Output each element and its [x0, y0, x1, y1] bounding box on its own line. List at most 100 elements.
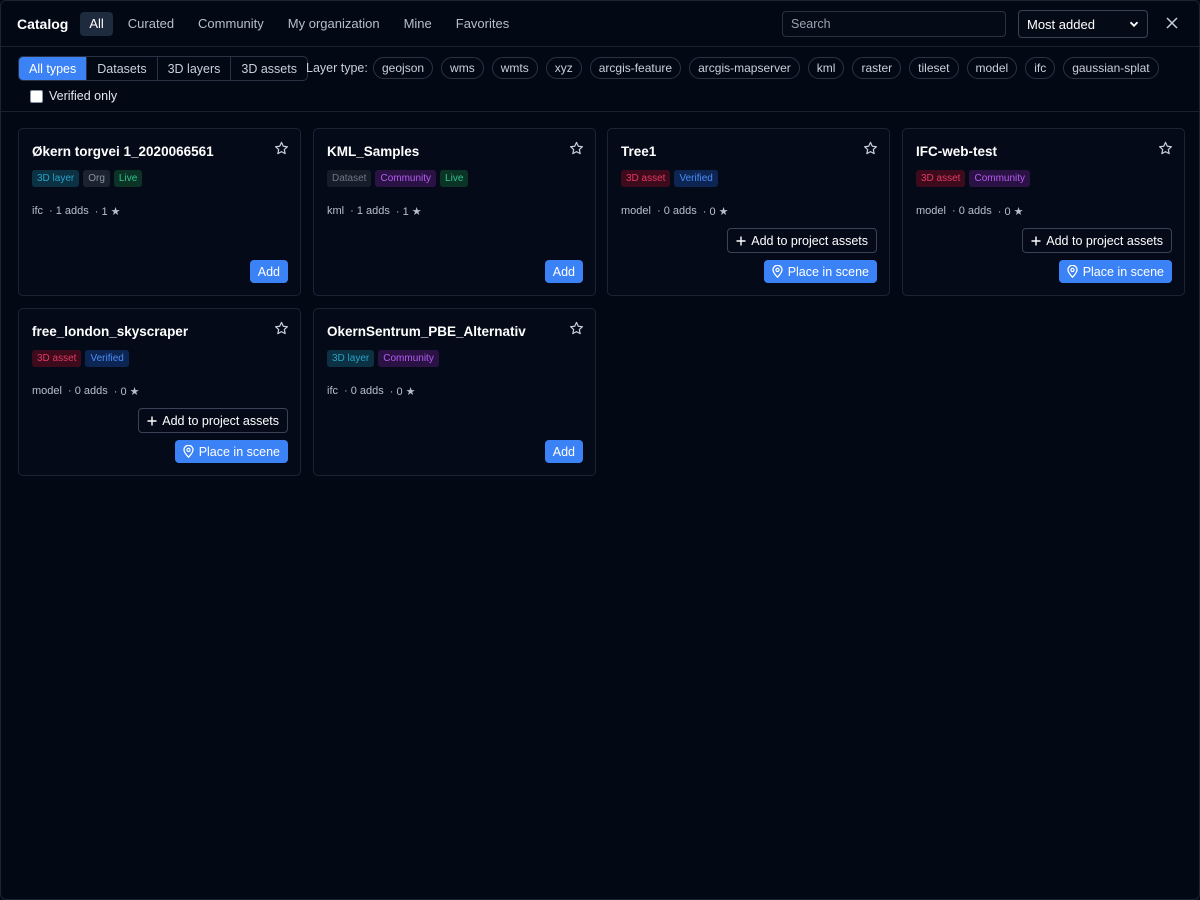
catalog-card: Tree1 3D asset Verified model · 0 adds ·… — [607, 128, 890, 296]
badge-community: Community — [378, 350, 439, 367]
card-badges: Dataset Community Live — [327, 170, 472, 187]
close-button[interactable] — [1161, 13, 1183, 35]
card-adds: · 0 adds — [951, 205, 992, 217]
place-in-scene-label: Place in scene — [198, 444, 280, 459]
map-pin-icon — [1067, 265, 1078, 278]
search-input[interactable] — [782, 11, 1006, 37]
card-format: ifc — [327, 385, 338, 397]
badge-3d-layer: 3D layer — [327, 350, 375, 367]
badge-dataset: Dataset — [327, 170, 372, 187]
catalog-window: Catalog All Curated Community My organiz… — [0, 0, 1200, 900]
verified-only-checkbox[interactable] — [30, 89, 43, 103]
card-adds: · 1 adds — [350, 205, 390, 217]
card-meta: kml · 1 adds · 1 ★ — [327, 205, 428, 218]
star-icon[interactable] — [274, 141, 289, 156]
star-icon[interactable] — [863, 141, 878, 156]
card-meta: ifc · 1 adds · 1 ★ — [32, 205, 127, 218]
star-icon[interactable] — [569, 141, 584, 156]
badge-org: Org — [83, 170, 110, 187]
map-pin-icon — [772, 265, 783, 278]
card-badges: 3D asset Verified — [621, 170, 722, 187]
badge-live: Live — [440, 170, 469, 187]
card-title: OkernSentrum_PBE_Alternativ — [327, 324, 526, 339]
badge-3d-asset: 3D asset — [916, 170, 966, 187]
verified-only-toggle[interactable]: Verified only — [30, 89, 117, 103]
chip-arcgis-mapserver[interactable]: arcgis-mapserver — [689, 57, 800, 79]
tab-curated[interactable]: Curated — [119, 12, 183, 36]
add-to-project-assets-label: Add to project assets — [1046, 233, 1163, 248]
card-stars: · 0 ★ — [113, 386, 140, 398]
card-badges: 3D layer Org Live — [32, 170, 146, 187]
catalog-card: Økern torgvei 1_2020066561 3D layer Org … — [18, 128, 301, 296]
sort-value: Most added — [1027, 16, 1095, 32]
map-pin-icon — [183, 445, 194, 458]
chip-tileset[interactable]: tileset — [909, 57, 959, 79]
add-to-project-assets-button[interactable]: Add to project assets — [727, 228, 877, 253]
chip-wms[interactable]: wms — [441, 57, 484, 79]
card-meta: model · 0 adds · 0 ★ — [621, 205, 734, 218]
tab-mine[interactable]: Mine — [395, 12, 441, 36]
type-all[interactable]: All types — [19, 57, 88, 80]
tab-my-organization[interactable]: My organization — [279, 12, 389, 36]
card-adds: · 0 adds — [344, 385, 384, 397]
plus-icon — [1031, 236, 1041, 246]
star-icon[interactable] — [1158, 141, 1173, 156]
filter-bar: All types Datasets 3D layers 3D assets L… — [1, 48, 1199, 112]
place-in-scene-button[interactable]: Place in scene — [174, 440, 288, 463]
card-adds: · 0 adds — [67, 385, 108, 397]
badge-live: Live — [113, 170, 143, 187]
type-3d-layers[interactable]: 3D layers — [158, 57, 232, 80]
star-icon[interactable] — [274, 321, 289, 336]
tab-all[interactable]: All — [80, 11, 113, 36]
close-icon — [1166, 16, 1178, 32]
chip-wmts[interactable]: wmts — [491, 57, 538, 79]
add-button[interactable]: Add — [544, 440, 583, 463]
place-in-scene-label: Place in scene — [787, 264, 869, 279]
type-datasets[interactable]: Datasets — [87, 57, 158, 80]
plus-icon — [736, 236, 746, 246]
place-in-scene-label: Place in scene — [1082, 264, 1164, 279]
chip-ifc[interactable]: ifc — [1025, 57, 1056, 79]
card-title: Tree1 — [621, 144, 657, 159]
plus-icon — [147, 416, 157, 426]
star-icon[interactable] — [569, 321, 584, 336]
card-title: free_london_skyscraper — [32, 324, 189, 339]
tab-community[interactable]: Community — [189, 12, 273, 36]
add-to-project-assets-button[interactable]: Add to project assets — [138, 408, 288, 433]
tab-favorites[interactable]: Favorites — [447, 12, 518, 36]
badge-3d-asset: 3D asset — [32, 350, 82, 367]
badge-verified: Verified — [85, 350, 129, 367]
card-format: model — [916, 205, 946, 217]
add-to-project-assets-button[interactable]: Add to project assets — [1022, 228, 1172, 253]
chip-raster[interactable]: raster — [852, 57, 902, 79]
badge-3d-layer: 3D layer — [32, 170, 80, 187]
badge-verified: Verified — [674, 170, 718, 187]
place-in-scene-button[interactable]: Place in scene — [1058, 260, 1172, 283]
badge-community: Community — [375, 170, 437, 187]
chevron-down-icon — [1129, 17, 1139, 32]
card-format: kml — [327, 205, 345, 217]
chip-gaussian-splat[interactable]: gaussian-splat — [1063, 57, 1159, 79]
card-format: model — [621, 205, 651, 217]
add-to-project-assets-label: Add to project assets — [162, 413, 279, 428]
card-badges: 3D asset Verified — [32, 350, 133, 367]
chip-geojson[interactable]: geojson — [373, 57, 434, 79]
chip-model[interactable]: model — [966, 57, 1018, 79]
add-button[interactable]: Add — [249, 260, 288, 283]
card-stars: · 0 ★ — [389, 386, 416, 398]
sort-select[interactable]: Most added — [1018, 10, 1148, 38]
place-in-scene-button[interactable]: Place in scene — [763, 260, 877, 283]
add-button[interactable]: Add — [544, 260, 583, 283]
card-badges: 3D asset Community — [916, 170, 1034, 187]
chip-xyz[interactable]: xyz — [545, 57, 582, 79]
type-3d-assets[interactable]: 3D assets — [231, 57, 307, 80]
card-stars: · 1 ★ — [94, 206, 121, 218]
card-title: IFC-web-test — [916, 144, 997, 159]
layer-type-chips: geojson wms wmts xyz arcgis-feature arcg… — [373, 57, 1167, 79]
catalog-title: Catalog — [17, 15, 69, 32]
catalog-card: free_london_skyscraper 3D asset Verified… — [18, 308, 301, 476]
chip-kml[interactable]: kml — [807, 57, 845, 79]
chip-arcgis-feature[interactable]: arcgis-feature — [589, 57, 682, 79]
layer-type-label: Layer type: — [306, 61, 368, 75]
add-to-project-assets-label: Add to project assets — [751, 233, 868, 248]
